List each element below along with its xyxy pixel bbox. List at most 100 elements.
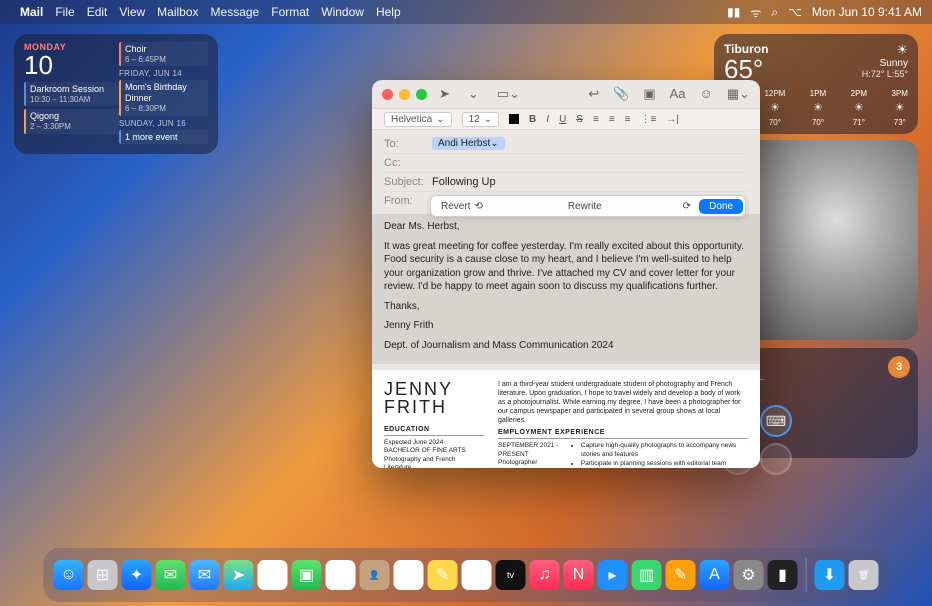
dock-music[interactable]: ♫ (530, 560, 560, 590)
dock-contacts[interactable]: 👤 (360, 560, 390, 590)
calendar-event[interactable]: Mom's Birthday Dinner6 – 8:30PM (119, 80, 208, 115)
dock-trash[interactable]: 🗑 (849, 560, 879, 590)
weather-hour: 3PM☀︎73° (892, 88, 908, 129)
list-icon[interactable]: ⋮≡ (641, 114, 657, 125)
dock-downloads[interactable]: ⬇ (815, 560, 845, 590)
dock: ☺⊞✦✉✉➤✿▣10👤≣✎✐tv♫N▸▥✎A⚙▮ ⬇🗑 (44, 548, 889, 602)
calendar-event[interactable]: Qigong2 – 3:30PM (24, 109, 119, 133)
dock-reminders[interactable]: ≣ (394, 560, 424, 590)
color-swatch[interactable] (509, 114, 519, 124)
rewrite-refresh-icon[interactable]: ⟳ (677, 201, 697, 212)
device-keyboard-icon[interactable]: ⌨ (760, 405, 792, 437)
dock-calendar[interactable]: 10 (326, 560, 356, 590)
sun-icon: ☀︎ (862, 42, 908, 58)
attachment-preview[interactable]: JENNY FRITH EDUCATION Expected June 2024… (372, 370, 760, 468)
dock-photos[interactable]: ✿ (258, 560, 288, 590)
window-zoom-button[interactable] (416, 89, 427, 100)
dock-launchpad[interactable]: ⊞ (88, 560, 118, 590)
menu-window[interactable]: Window (321, 5, 364, 19)
chevron-down-icon[interactable]: ⌄ (468, 86, 479, 102)
nearby-badge: 3 (888, 356, 910, 378)
emoji-icon[interactable]: ☺ (700, 86, 713, 102)
app-menu[interactable]: Mail (20, 5, 43, 19)
recipient-token[interactable]: Andi Herbst ⌄ (432, 137, 505, 150)
window-titlebar[interactable]: ➤ ⌄ ▭⌄ ↩ 📎 ▣ Aa ☺ ▦⌄ (372, 80, 760, 108)
dock-safari[interactable]: ✦ (122, 560, 152, 590)
dock-finder[interactable]: ☺ (54, 560, 84, 590)
italic-button[interactable]: I (546, 114, 549, 125)
align-left-icon[interactable]: ≡ (593, 114, 599, 125)
dock-freeform[interactable]: ✐ (462, 560, 492, 590)
calendar-section-label: FRIDAY, JUN 14 (119, 69, 208, 78)
dock-iphone-mirroring[interactable]: ▮ (768, 560, 798, 590)
dock-settings[interactable]: ⚙ (734, 560, 764, 590)
underline-button[interactable]: U (559, 114, 566, 125)
weather-temp: 65° (724, 56, 768, 82)
menu-format[interactable]: Format (271, 5, 309, 19)
menubar-datetime[interactable]: Mon Jun 10 9:41 AM (812, 5, 922, 19)
calendar-widget[interactable]: MONDAY 10 Darkroom Session10:30 – 11:30A… (14, 34, 218, 154)
done-button[interactable]: Done (699, 199, 743, 214)
dock-notes[interactable]: ✎ (428, 560, 458, 590)
align-right-icon[interactable]: ≡ (625, 114, 631, 125)
compose-body[interactable]: Dear Ms. Herbst, It was great meeting fo… (372, 214, 760, 364)
revert-button[interactable]: Revert ⟲ (431, 201, 493, 212)
dock-news[interactable]: N (564, 560, 594, 590)
undo-icon: ⟲ (474, 201, 482, 212)
menu-file[interactable]: File (55, 5, 74, 19)
menu-view[interactable]: View (119, 5, 145, 19)
menu-message[interactable]: Message (211, 5, 260, 19)
header-format-icon[interactable]: ▭⌄ (497, 86, 520, 102)
exp-heading: EMPLOYMENT EXPERIENCE (498, 429, 748, 439)
body-greeting: Dear Ms. Herbst, (384, 220, 748, 234)
attach-icon[interactable]: 📎 (613, 86, 629, 102)
device-unknown-icon[interactable] (760, 443, 792, 475)
strike-button[interactable]: S (576, 114, 583, 125)
weather-condition: Sunny (862, 58, 908, 69)
to-field[interactable]: Andi Herbst ⌄ (432, 137, 748, 150)
from-label: From: (384, 195, 432, 207)
body-thanks: Thanks, (384, 300, 748, 314)
dock-keynote[interactable]: ▸ (598, 560, 628, 590)
menubar: Mail File Edit View Mailbox Message Form… (0, 0, 932, 24)
photo-icon[interactable]: ▣ (643, 86, 655, 102)
menu-edit[interactable]: Edit (87, 5, 108, 19)
control-center-icon[interactable]: ⌥ (788, 5, 802, 19)
dock-separator (806, 558, 807, 592)
font-select[interactable]: Helvetica ⌄ (384, 112, 452, 127)
subject-field[interactable]: Following Up (432, 176, 748, 188)
battery-icon[interactable]: ▮▮ (727, 5, 740, 19)
dock-facetime[interactable]: ▣ (292, 560, 322, 590)
font-size-select[interactable]: 12 ⌄ (462, 112, 500, 127)
menu-help[interactable]: Help (376, 5, 401, 19)
chevron-down-icon: ⌄ (436, 114, 444, 125)
dock-numbers[interactable]: ▥ (632, 560, 662, 590)
attachment-summary: I am a third-year student undergraduate … (498, 380, 748, 425)
calendar-event[interactable]: Darkroom Session10:30 – 11:30AM (24, 82, 119, 106)
bold-button[interactable]: B (529, 114, 536, 125)
menu-mailbox[interactable]: Mailbox (157, 5, 198, 19)
reply-icon[interactable]: ↩ (588, 86, 599, 102)
dock-mail[interactable]: ✉ (190, 560, 220, 590)
cc-label: Cc: (384, 157, 432, 169)
spotlight-icon[interactable]: ⌕ (771, 5, 778, 20)
calendar-section-label: SUNDAY, JUN 16 (119, 119, 208, 128)
align-center-icon[interactable]: ≡ (609, 114, 615, 125)
dock-pages[interactable]: ✎ (666, 560, 696, 590)
dock-appstore[interactable]: A (700, 560, 730, 590)
calendar-event[interactable]: 1 more event (119, 130, 208, 145)
font-icon[interactable]: Aa (670, 86, 686, 102)
window-close-button[interactable] (382, 89, 393, 100)
calendar-event[interactable]: Choir6 – 6:45PM (119, 42, 208, 66)
attachment-name: JENNY FRITH (384, 380, 484, 416)
dock-maps[interactable]: ➤ (224, 560, 254, 590)
dock-messages[interactable]: ✉ (156, 560, 186, 590)
markup-icon[interactable]: ▦⌄ (727, 86, 750, 102)
send-icon[interactable]: ➤ (439, 86, 450, 102)
wifi-icon[interactable]: ᯤ (750, 4, 761, 21)
window-minimize-button[interactable] (399, 89, 410, 100)
weather-hour: 2PM☀︎71° (851, 88, 867, 129)
body-signature-dept: Dept. of Journalism and Mass Communicati… (384, 339, 748, 353)
indent-icon[interactable]: →| (666, 114, 679, 125)
dock-tv[interactable]: tv (496, 560, 526, 590)
